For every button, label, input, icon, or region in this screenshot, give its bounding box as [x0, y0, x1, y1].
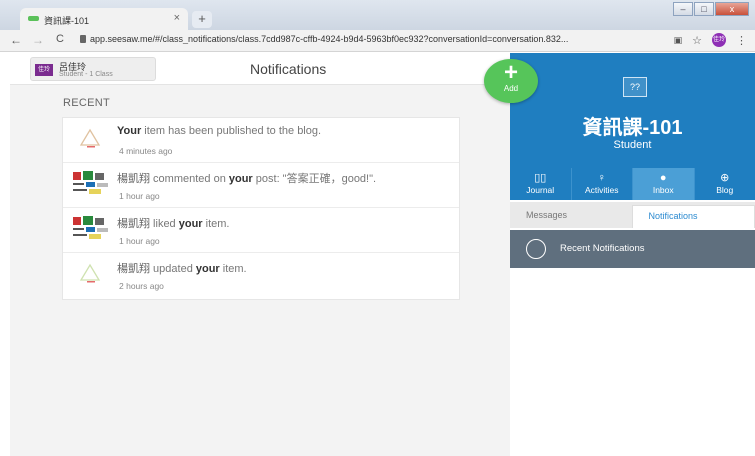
- list-item[interactable]: 楊凱翔 liked your item. 1 hour ago: [63, 208, 459, 253]
- browser-menu-icon[interactable]: ⋮: [736, 34, 747, 47]
- class-icon: ??: [623, 77, 647, 97]
- notif-actor: Your: [117, 125, 142, 137]
- notif-actor: 楊凱翔: [117, 263, 150, 275]
- recent-notifications-label: Recent Notifications: [560, 243, 645, 254]
- plus-icon: +: [503, 59, 518, 86]
- class-panel-header: ?? 資訊課-101 Student: [510, 53, 755, 168]
- window-controls: – □ x: [673, 2, 749, 16]
- notification-list: Your item has been published to the blog…: [62, 117, 460, 300]
- browser-tab-title: 資訊課-101: [44, 16, 90, 26]
- new-tab-button[interactable]: +: [192, 11, 212, 28]
- notif-actor: 楊凱翔: [117, 218, 150, 230]
- profile-avatar[interactable]: 佳玲: [712, 33, 726, 47]
- tab-blog[interactable]: ⊕ Blog: [695, 168, 755, 200]
- forward-icon[interactable]: →: [32, 33, 44, 47]
- minimize-button[interactable]: –: [673, 2, 693, 16]
- seesaw-favicon-icon: [28, 16, 39, 21]
- globe-icon: ⊕: [720, 172, 730, 184]
- tab-journal[interactable]: ▯▯ Journal: [510, 168, 572, 200]
- notif-time: 2 hours ago: [119, 281, 164, 291]
- notif-time: 1 hour ago: [119, 236, 160, 246]
- inbox-subtabs: Messages Notifications: [510, 202, 755, 228]
- class-role: Student: [613, 139, 652, 151]
- user-subtitle: Student - 1 Class: [59, 71, 113, 78]
- page-header: 佳玲 呂佳玲 Student - 1 Class Notifications: [10, 53, 510, 85]
- translate-icon[interactable]: ▣: [674, 35, 683, 46]
- browser-tab[interactable]: 資訊課-101 ×: [20, 8, 188, 30]
- list-item[interactable]: 楊凱翔 commented on your post: "答案正確，good!"…: [63, 163, 459, 208]
- tab-inbox[interactable]: ● Inbox: [633, 168, 695, 200]
- list-item[interactable]: 楊凱翔 updated your item. 2 hours ago: [63, 253, 459, 299]
- activity-thumbnail-icon: [73, 171, 108, 194]
- activity-thumbnail-icon: [73, 216, 108, 239]
- chat-icon: ●: [659, 172, 667, 184]
- page-title: Notifications: [250, 61, 327, 77]
- add-label: Add: [503, 84, 519, 93]
- recent-notifications-row[interactable]: Recent Notifications: [510, 230, 755, 268]
- account-switcher[interactable]: 佳玲 呂佳玲 Student - 1 Class: [30, 57, 156, 81]
- list-item[interactable]: Your item has been published to the blog…: [63, 118, 459, 163]
- window-close-button[interactable]: x: [715, 2, 749, 16]
- class-nav-tabs: ▯▯ Journal ♀ Activities ● Inbox ⊕ Blog: [510, 168, 755, 200]
- address-bar-actions: ▣ ☆ 佳玲 ⋮: [674, 33, 747, 47]
- triangle-thumbnail-icon: [79, 263, 101, 283]
- bell-icon: [526, 239, 546, 259]
- recent-section-label: RECENT: [63, 97, 111, 109]
- bookmark-star-icon[interactable]: ☆: [692, 34, 702, 47]
- lock-icon: [80, 35, 86, 43]
- notif-time: 1 hour ago: [119, 191, 160, 201]
- notif-message: item has been published to the blog.: [141, 125, 322, 137]
- address-bar: ← → C app.seesaw.me/#/class_notification…: [0, 30, 755, 52]
- notif-actor: 楊凱翔: [117, 173, 150, 185]
- tab-close-icon[interactable]: ×: [174, 12, 180, 24]
- back-icon[interactable]: ←: [10, 33, 22, 47]
- triangle-thumbnail-icon: [79, 128, 101, 148]
- tab-activities[interactable]: ♀ Activities: [572, 168, 633, 200]
- maximize-button[interactable]: □: [694, 2, 714, 16]
- notif-time: 4 minutes ago: [119, 146, 173, 156]
- reload-icon[interactable]: C: [56, 33, 64, 45]
- book-icon: ▯▯: [534, 172, 547, 184]
- class-title: 資訊課-101: [582, 117, 683, 139]
- class-panel: ?? 資訊課-101 Student ▯▯ Journal ♀ Activiti…: [510, 53, 755, 456]
- add-button[interactable]: + Add: [484, 59, 538, 103]
- url-field[interactable]: app.seesaw.me/#/class_notifications/clas…: [90, 34, 680, 44]
- tab-messages[interactable]: Messages: [510, 202, 632, 228]
- notifications-pane: 佳玲 呂佳玲 Student - 1 Class Notifications R…: [10, 53, 510, 456]
- avatar: 佳玲: [35, 64, 53, 76]
- browser-tab-strip: 資訊課-101 × + – □ x: [0, 0, 755, 30]
- lightbulb-icon: ♀: [597, 172, 606, 184]
- tab-notifications[interactable]: Notifications: [631, 205, 755, 228]
